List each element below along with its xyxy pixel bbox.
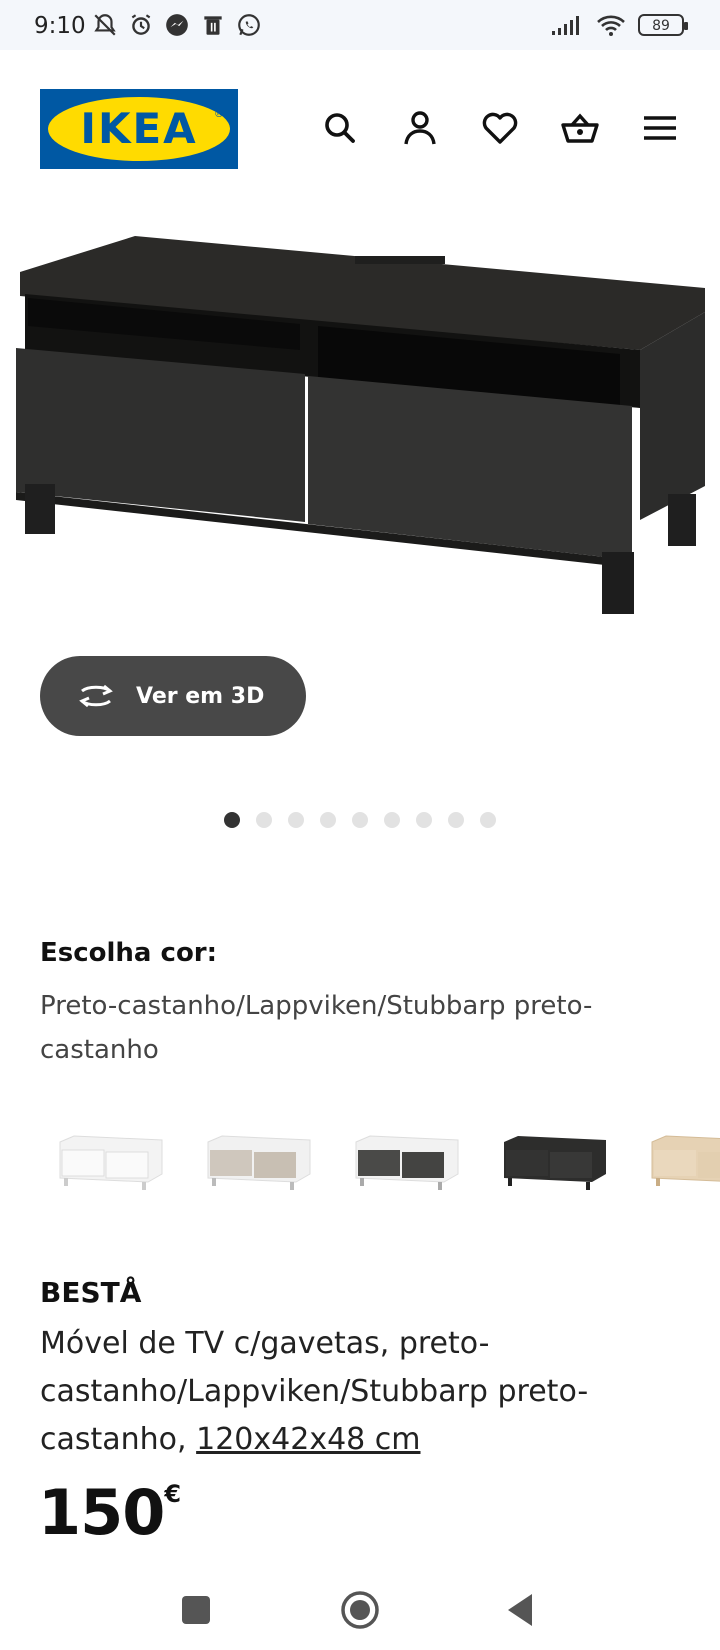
system-nav-bar	[0, 1570, 720, 1650]
status-time: 9:10	[34, 13, 86, 39]
carousel-dots	[224, 812, 496, 828]
color-swatch-oak[interactable]	[644, 1120, 720, 1220]
carousel-dot[interactable]	[384, 812, 400, 828]
status-system-icons: 89	[550, 12, 688, 38]
search-icon[interactable]	[320, 108, 360, 148]
shopping-basket-icon[interactable]	[560, 108, 600, 148]
color-swatch-white-dark-grey[interactable]	[348, 1120, 478, 1220]
account-icon[interactable]	[400, 108, 440, 148]
product-image[interactable]	[0, 200, 720, 630]
mute-bell-icon	[94, 14, 116, 36]
carousel-dot[interactable]	[352, 812, 368, 828]
back-icon[interactable]	[500, 1588, 544, 1632]
home-icon[interactable]	[338, 1588, 382, 1632]
alarm-clock-icon	[131, 14, 151, 35]
color-swatch-white-beige[interactable]	[200, 1120, 330, 1220]
battery-icon: 89	[638, 14, 688, 36]
color-swatch-black-brown[interactable]	[496, 1120, 626, 1220]
carousel-dot[interactable]	[448, 812, 464, 828]
status-notification-icons	[92, 12, 262, 38]
whatsapp-icon	[238, 14, 260, 36]
color-choice-label: Escolha cor:	[40, 938, 218, 968]
selected-color-name: Preto-castanho/Lappviken/Stubbarp preto-…	[40, 991, 593, 1065]
logo-text: IKEA	[80, 104, 198, 153]
heart-icon[interactable]	[480, 108, 520, 148]
site-header: IKEA ®	[0, 50, 720, 180]
status-bar: 9:10 89	[0, 0, 720, 50]
view-in-3d-button[interactable]: Ver em 3D	[40, 656, 306, 736]
rotate-3d-icon	[79, 684, 113, 708]
carousel-dot[interactable]	[288, 812, 304, 828]
color-swatches	[0, 1120, 720, 1220]
view-in-3d-label: Ver em 3D	[136, 683, 265, 709]
color-swatch-white[interactable]	[52, 1120, 182, 1220]
product-name: BESTÅ	[40, 1276, 142, 1309]
price-currency: €	[164, 1480, 181, 1508]
price-value: 150	[38, 1476, 165, 1549]
recent-apps-icon[interactable]	[174, 1588, 218, 1632]
signal-icon	[552, 16, 579, 35]
carousel-dot[interactable]	[416, 812, 432, 828]
carousel-dot[interactable]	[256, 812, 272, 828]
product-dimensions-link[interactable]: 120x42x48 cm	[196, 1422, 420, 1457]
menu-icon[interactable]	[640, 108, 680, 148]
product-description: Móvel de TV c/gavetas, preto-castanho/La…	[40, 1320, 660, 1464]
messenger-icon	[166, 14, 188, 36]
ikea-logo[interactable]: IKEA ®	[40, 89, 238, 169]
product-price: 150€	[38, 1476, 181, 1549]
carousel-dot[interactable]	[224, 812, 240, 828]
wifi-icon	[597, 15, 625, 36]
trash-icon	[204, 16, 222, 35]
carousel-dot[interactable]	[480, 812, 496, 828]
carousel-dot[interactable]	[320, 812, 336, 828]
